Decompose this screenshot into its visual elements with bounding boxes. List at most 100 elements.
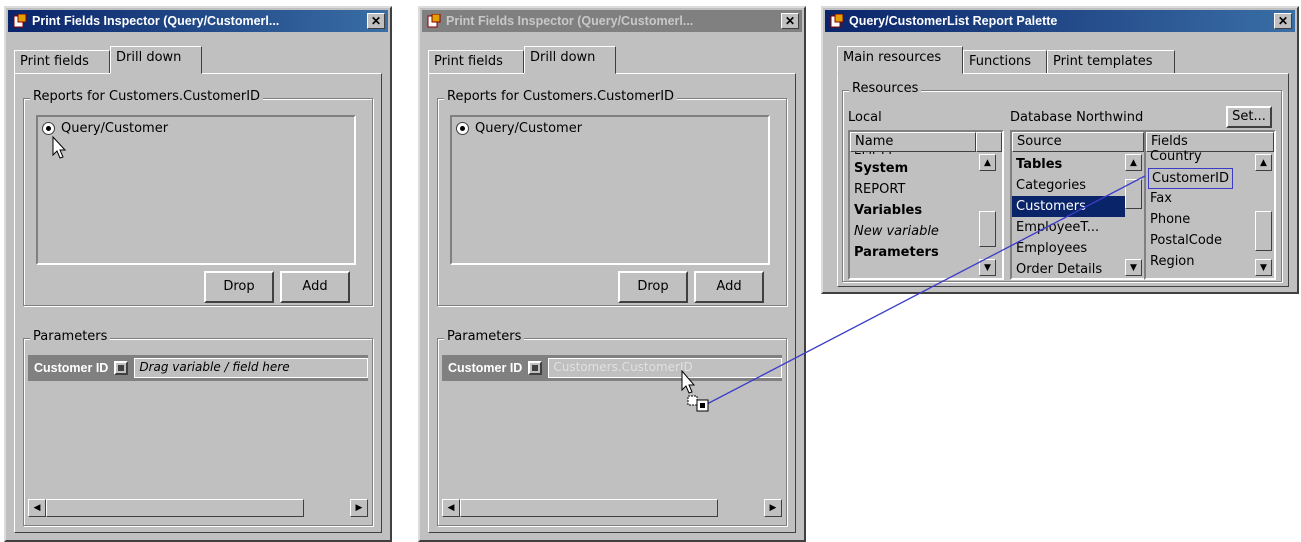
report-item[interactable]: Query/Customer [456, 121, 582, 136]
parameters-group: Parameters Customer ID Customers.Custome… [437, 329, 787, 526]
tab-functions[interactable]: Functions [963, 50, 1047, 74]
window-title: Query/CustomerList Report Palette [849, 14, 1058, 28]
name-column-header[interactable]: Name [850, 132, 976, 152]
database-fields-list[interactable]: Fields Country CustomerID Fax Phone Post… [1144, 130, 1276, 280]
app-icon [427, 14, 441, 28]
add-button[interactable]: Add [694, 271, 764, 303]
parameters-group: Parameters Customer ID Drag variable / f… [23, 329, 373, 526]
list-item[interactable]: REPORT [854, 179, 905, 200]
list-item[interactable]: Order Details [1016, 259, 1102, 278]
palette-title-bar[interactable]: Query/CustomerList Report Palette ✕ [825, 10, 1295, 32]
list-item[interactable]: Parameters [854, 242, 939, 263]
parameter-name: Customer ID [448, 361, 523, 375]
report-item-label: Query/Customer [61, 121, 169, 136]
scroll-down-icon[interactable]: ▼ [1125, 259, 1142, 276]
mouse-cursor-icon [52, 136, 67, 159]
close-button[interactable]: ✕ [781, 13, 799, 29]
parameters-horizontal-scrollbar[interactable]: ◀ ▶ [28, 499, 368, 517]
add-button[interactable]: Add [280, 271, 350, 303]
scroll-up-icon[interactable]: ▲ [1125, 154, 1142, 171]
scroll-track[interactable] [460, 499, 764, 517]
name-column-header-spacer [976, 132, 1002, 152]
tab-main-resources[interactable]: Main resources [837, 46, 963, 74]
local-label: Local [848, 110, 882, 125]
tab-drill-down[interactable]: Drill down [110, 46, 202, 74]
scroll-thumb[interactable] [979, 211, 996, 247]
list-item-selected[interactable]: Customers [1012, 196, 1126, 217]
reports-list[interactable]: Query/Customer [450, 115, 770, 265]
parameter-value-field[interactable]: Customers.CustomerID [548, 358, 782, 378]
list-item[interactable]: Country [1150, 146, 1202, 167]
reports-group: Reports for Customers.CustomerID Query/C… [437, 89, 787, 306]
report-item[interactable]: Query/Customer [42, 121, 168, 136]
drill-down-panel: Reports for Customers.CustomerID Query/C… [14, 73, 382, 533]
parameters-horizontal-scrollbar[interactable]: ◀ ▶ [442, 499, 782, 517]
scroll-thumb[interactable] [460, 499, 719, 517]
drag-cursor-icon [681, 370, 709, 412]
scroll-track[interactable] [46, 499, 350, 517]
parameter-value-field[interactable]: Drag variable / field here [134, 358, 368, 378]
scroll-track[interactable] [1125, 171, 1142, 259]
scroll-left-icon[interactable]: ◀ [442, 499, 460, 517]
tab-print-fields[interactable]: Print fields [428, 50, 524, 74]
report-palette-window: Query/CustomerList Report Palette ✕ Main… [821, 6, 1299, 294]
radio-selected-icon[interactable] [42, 122, 55, 135]
scroll-right-icon[interactable]: ▶ [350, 499, 368, 517]
scroll-up-icon[interactable]: ▲ [1255, 154, 1272, 171]
scroll-track[interactable] [1255, 171, 1272, 259]
tab-print-templates[interactable]: Print templates [1047, 50, 1175, 74]
drop-button[interactable]: Drop [204, 271, 274, 303]
parameter-row: Customer ID Drag variable / field here [28, 355, 368, 381]
parameter-checkbox[interactable] [114, 361, 129, 375]
source-column-header[interactable]: Source [1012, 132, 1144, 152]
tab-print-fields[interactable]: Print fields [14, 50, 110, 74]
reports-group-label: Reports for Customers.CustomerID [30, 89, 264, 104]
report-item-label: Query/Customer [475, 121, 583, 136]
list-item[interactable]: Fax [1150, 188, 1172, 209]
scroll-thumb[interactable] [1125, 179, 1142, 209]
list-item-dragged[interactable]: CustomerID [1148, 168, 1233, 189]
list-item[interactable]: Tables [1016, 154, 1062, 175]
fields-vertical-scrollbar[interactable]: ▲ ▼ [1255, 154, 1272, 276]
list-item[interactable]: PostalCode [1150, 230, 1222, 251]
list-item[interactable]: New variable [854, 221, 939, 242]
scroll-down-icon[interactable]: ▼ [1255, 259, 1272, 276]
scroll-up-icon[interactable]: ▲ [979, 154, 996, 171]
list-item[interactable]: Employees [1016, 238, 1087, 259]
scroll-left-icon[interactable]: ◀ [28, 499, 46, 517]
parameters-group-label: Parameters [444, 329, 525, 344]
reports-list[interactable]: Query/Customer [36, 115, 356, 265]
scroll-thumb[interactable] [46, 499, 305, 517]
radio-selected-icon[interactable] [456, 122, 469, 135]
resources-group-label: Resources [849, 81, 922, 96]
list-item[interactable]: EmployeeT... [1016, 217, 1099, 238]
list-item[interactable]: Categories [1016, 175, 1086, 196]
inspector-title-bar[interactable]: Print Fields Inspector (Query/Customerl.… [8, 10, 388, 32]
list-item[interactable]: Region [1150, 251, 1195, 272]
app-icon [13, 14, 27, 28]
drop-button[interactable]: Drop [618, 271, 688, 303]
name-vertical-scrollbar[interactable]: ▲ ▼ [979, 154, 996, 276]
reports-group: Reports for Customers.CustomerID Query/C… [23, 89, 373, 306]
main-resources-panel: Resources Local Database Northwind Set..… [837, 73, 1289, 287]
scroll-down-icon[interactable]: ▼ [979, 259, 996, 276]
parameter-checkbox[interactable] [528, 361, 543, 375]
print-fields-inspector-window: Print Fields Inspector (Query/Customerl.… [4, 6, 392, 542]
tab-drill-down[interactable]: Drill down [524, 46, 616, 74]
set-button[interactable]: Set... [1226, 106, 1272, 128]
list-item[interactable]: Variables [854, 200, 922, 221]
database-label: Database Northwind [1010, 110, 1144, 125]
list-item[interactable]: System [854, 158, 908, 179]
close-button[interactable]: ✕ [1274, 13, 1292, 29]
source-vertical-scrollbar[interactable]: ▲ ▼ [1125, 154, 1142, 276]
scroll-thumb[interactable] [1255, 211, 1272, 251]
inspector-title-bar[interactable]: Print Fields Inspector (Query/Customerl.… [422, 10, 802, 32]
close-button[interactable]: ✕ [367, 13, 385, 29]
local-name-list[interactable]: Name EMPTY System REPORT Variables New v… [848, 130, 1004, 280]
database-source-list[interactable]: Source Tables Categories Customers Emplo… [1010, 130, 1146, 280]
window-title: Print Fields Inspector (Query/Customerl.… [32, 14, 280, 28]
list-item[interactable]: Phone [1150, 209, 1190, 230]
print-fields-inspector-window-drop: Print Fields Inspector (Query/Customerl.… [418, 6, 806, 542]
scroll-track[interactable] [979, 171, 996, 259]
scroll-right-icon[interactable]: ▶ [764, 499, 782, 517]
